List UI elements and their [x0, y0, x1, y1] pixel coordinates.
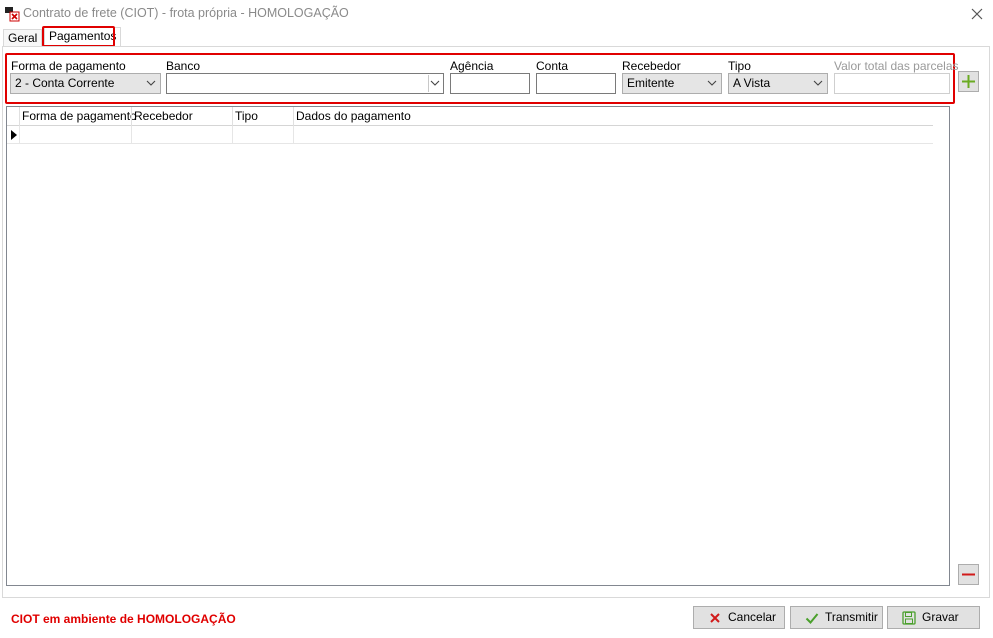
tab-strip: Geral Pagamentos [0, 27, 993, 46]
chevron-down-icon [430, 80, 440, 86]
forma-pagamento-value: 2 - Conta Corrente [15, 76, 115, 90]
banco-dropdown-button[interactable] [428, 75, 442, 92]
agencia-label: Agência [450, 59, 494, 73]
chevron-down-icon [813, 80, 823, 86]
table-cell[interactable] [131, 126, 232, 144]
checkmark-icon [805, 613, 819, 624]
recebedor-value: Emitente [627, 76, 675, 90]
banco-select[interactable] [166, 73, 444, 94]
cancel-button-label: Cancelar [728, 610, 777, 624]
table-cell[interactable] [232, 126, 293, 144]
recebedor-label: Recebedor [622, 59, 681, 73]
column-header-recebedor[interactable]: Recebedor [131, 107, 232, 126]
app-icon [5, 7, 20, 22]
conta-input[interactable] [536, 73, 616, 94]
window-title: Contrato de frete (CIOT) - frota própria… [23, 6, 349, 20]
column-header-tipo[interactable]: Tipo [232, 107, 293, 126]
plus-icon [962, 75, 975, 88]
column-header-forma-pagamento[interactable]: Forma de pagamento [19, 107, 137, 126]
transmit-button[interactable]: Transmitir [790, 606, 883, 629]
banco-label: Banco [166, 59, 201, 73]
valor-total-input [834, 73, 950, 94]
chevron-down-icon [707, 80, 717, 86]
valor-total-label: Valor total das parcelas [834, 59, 959, 73]
save-button-label: Gravar [922, 610, 959, 624]
minus-icon [962, 573, 975, 576]
column-header-dados-pagamento[interactable]: Dados do pagamento [293, 107, 933, 126]
tipo-label: Tipo [728, 59, 751, 73]
remove-button[interactable] [958, 564, 979, 585]
table-row[interactable] [7, 126, 933, 144]
close-icon [971, 8, 983, 20]
row-indicator-icon [11, 130, 17, 140]
close-button[interactable] [966, 3, 988, 25]
floppy-disk-icon [902, 611, 916, 625]
chevron-down-icon [146, 80, 156, 86]
title-bar: Contrato de frete (CIOT) - frota própria… [0, 0, 993, 28]
recebedor-select[interactable]: Emitente [622, 73, 722, 94]
forma-pagamento-select[interactable]: 2 - Conta Corrente [10, 73, 161, 94]
tipo-value: A Vista [733, 76, 771, 90]
transmit-button-label: Transmitir [825, 610, 878, 624]
conta-label: Conta [536, 59, 569, 73]
payments-grid[interactable]: Forma de pagamento Recebedor Tipo Dados … [6, 106, 950, 586]
tab-pagamentos[interactable]: Pagamentos [44, 27, 122, 46]
cancel-button[interactable]: Cancelar [693, 606, 785, 629]
tab-geral[interactable]: Geral [3, 29, 43, 46]
table-cell[interactable] [19, 126, 131, 144]
environment-status-message: CIOT em ambiente de HOMOLOGAÇÃO [11, 612, 236, 626]
agencia-input[interactable] [450, 73, 530, 94]
x-icon [710, 613, 720, 623]
tipo-select[interactable]: A Vista [728, 73, 828, 94]
grid-header: Forma de pagamento Recebedor Tipo Dados … [7, 107, 933, 126]
forma-pagamento-label: Forma de pagamento [11, 59, 126, 73]
save-button[interactable]: Gravar [887, 606, 980, 629]
add-button[interactable] [958, 71, 979, 92]
table-cell[interactable] [293, 126, 933, 144]
